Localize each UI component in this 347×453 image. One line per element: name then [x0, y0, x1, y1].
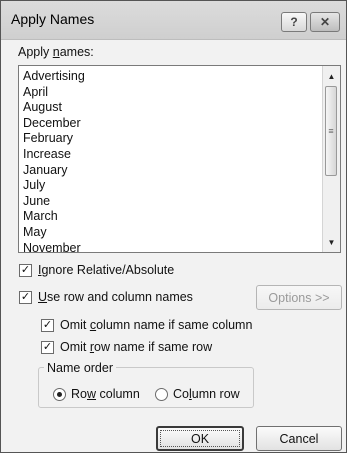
apply-names-dialog: Apply Names ? ✕ Apply names: Advertising… [0, 0, 347, 453]
row-column-radio[interactable] [53, 388, 66, 401]
list-item[interactable]: Increase [23, 147, 322, 163]
use-row-column-label[interactable]: Use row and column names [38, 290, 193, 304]
checkmark-icon: ✓ [20, 291, 31, 303]
list-item[interactable]: November [23, 241, 322, 257]
help-icon: ? [290, 15, 298, 29]
radio-selected-icon [57, 392, 62, 397]
list-item[interactable]: February [23, 131, 322, 147]
omit-column-checkbox[interactable]: ✓ [41, 319, 54, 332]
cancel-button[interactable]: Cancel [256, 426, 342, 451]
list-item[interactable]: May [23, 225, 322, 241]
scroll-up-icon[interactable]: ▲ [323, 68, 340, 84]
scroll-down-icon[interactable]: ▼ [323, 234, 340, 250]
checkmark-icon: ✓ [42, 341, 53, 353]
ignore-relative-checkbox[interactable]: ✓ [19, 264, 32, 277]
list-item[interactable]: April [23, 85, 322, 101]
list-item[interactable]: August [23, 100, 322, 116]
column-row-label[interactable]: Column row [173, 387, 240, 401]
list-item[interactable]: December [23, 116, 322, 132]
close-button[interactable]: ✕ [310, 12, 340, 32]
row-column-label[interactable]: Row column [71, 387, 140, 401]
dialog-title: Apply Names [11, 11, 95, 27]
ignore-relative-label[interactable]: Ignore Relative/Absolute [38, 263, 174, 277]
ok-button[interactable]: OK [156, 426, 244, 451]
name-order-title: Name order [44, 361, 116, 375]
omit-column-label[interactable]: Omit column name if same column [60, 318, 252, 332]
list-item[interactable]: March [23, 209, 322, 225]
omit-row-label[interactable]: Omit row name if same row [60, 340, 212, 354]
options-button[interactable]: Options >> [256, 285, 342, 310]
apply-names-label: Apply names: [18, 45, 94, 59]
scroll-thumb[interactable]: ≡ [325, 86, 337, 176]
omit-row-checkbox[interactable]: ✓ [41, 341, 54, 354]
list-item[interactable]: June [23, 194, 322, 210]
use-row-column-checkbox[interactable]: ✓ [19, 291, 32, 304]
close-icon: ✕ [319, 15, 331, 29]
apply-names-listbox[interactable]: Advertising April August December Februa… [18, 65, 341, 256]
list-item[interactable]: July [23, 178, 322, 194]
grip-icon: ≡ [328, 126, 334, 136]
list-item[interactable]: January [23, 163, 322, 179]
help-button[interactable]: ? [281, 12, 307, 32]
list-item[interactable]: Advertising [23, 69, 322, 85]
checkmark-icon: ✓ [20, 264, 31, 276]
title-bar: Apply Names ? ✕ [1, 1, 346, 40]
list-scrollbar[interactable]: ▲ ≡ ▼ [322, 66, 340, 252]
column-row-radio[interactable] [155, 388, 168, 401]
names-list: Advertising April August December Februa… [23, 69, 322, 256]
checkmark-icon: ✓ [42, 319, 53, 331]
